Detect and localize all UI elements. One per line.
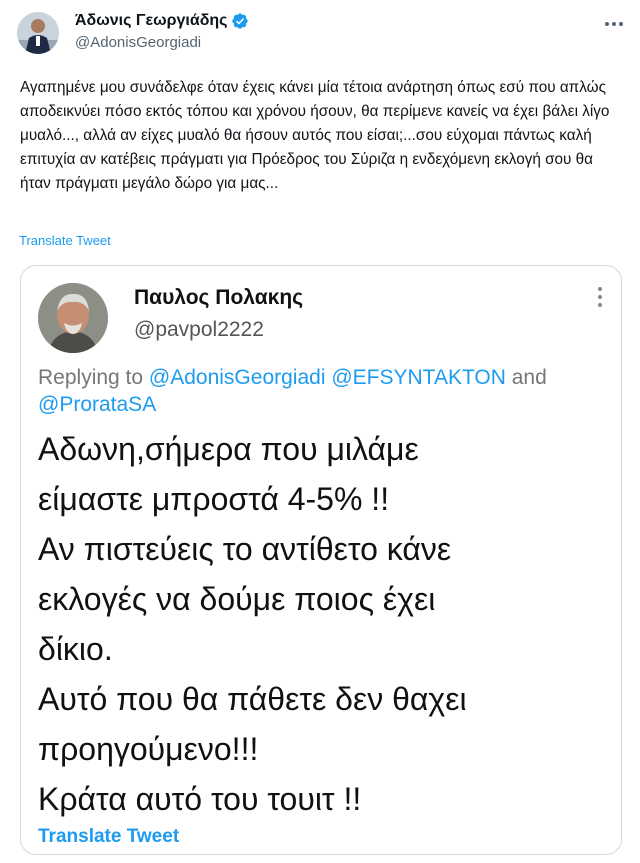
embedded-author-avatar	[38, 283, 108, 353]
embedded-line: προηγούμενο!!!	[38, 731, 259, 767]
embedded-line: είμαστε μπροστά 4-5% !!	[38, 481, 390, 517]
replying-to-line: Replying to @AdonisGeorgiadi @EFSYNTAKTO…	[38, 364, 608, 418]
embedded-display-name: Παυλος Πολακης	[134, 286, 304, 309]
mention-efsyntakton: @EFSYNTAKTON	[331, 366, 506, 389]
author-name-row: Άδωνις Γεωργιάδης	[75, 12, 249, 30]
embedded-tweet-text: Αδωνη,σήμερα που μιλάμε είμαστε μπροστά …	[38, 424, 608, 824]
embedded-avatar-image	[38, 283, 108, 353]
embedded-line: δίκιο.	[38, 631, 113, 667]
embedded-line: εκλογές να δούμε ποιος έχει	[38, 581, 436, 617]
author-handle[interactable]: @AdonisGeorgiadi	[75, 34, 201, 51]
mention-adonisgeorgiadi: @AdonisGeorgiadi	[148, 366, 326, 389]
author-avatar-image	[17, 12, 59, 54]
author-avatar[interactable]	[17, 12, 59, 54]
replying-prefix: Replying to	[38, 366, 144, 389]
verified-badge-icon	[231, 12, 249, 30]
author-display-name[interactable]: Άδωνις Γεωργιάδης	[75, 12, 227, 30]
translate-tweet-link[interactable]: Translate Tweet	[19, 233, 111, 248]
embedded-line: Αν πιστεύεις το αντίθετο κάνε	[38, 531, 452, 567]
embedded-line: Αυτό που θα πάθετε δεν θαχει	[38, 681, 467, 717]
embedded-more-icon	[597, 286, 603, 308]
embedded-handle: @pavpol2222	[134, 318, 264, 341]
tweet-container: Άδωνις Γεωργιάδης @AdonisGeorgiadi Αγαπη…	[0, 0, 640, 863]
more-options-icon[interactable]	[602, 14, 626, 34]
tweet-text: Αγαπημένε μου συνάδελφε όταν έχεις κάνει…	[20, 79, 610, 192]
mention-proratasa: @ProrataSA	[38, 393, 157, 416]
embedded-translate-label: Translate Tweet	[38, 826, 180, 847]
replying-and: and	[511, 366, 547, 389]
embedded-line: Αδωνη,σήμερα που μιλάμε	[38, 431, 419, 467]
embedded-line: Κράτα αυτό του τουιτ !!	[38, 781, 362, 817]
embedded-tweet-image[interactable]: Παυλος Πολακης @pavpol2222 Replying to @…	[20, 265, 622, 855]
